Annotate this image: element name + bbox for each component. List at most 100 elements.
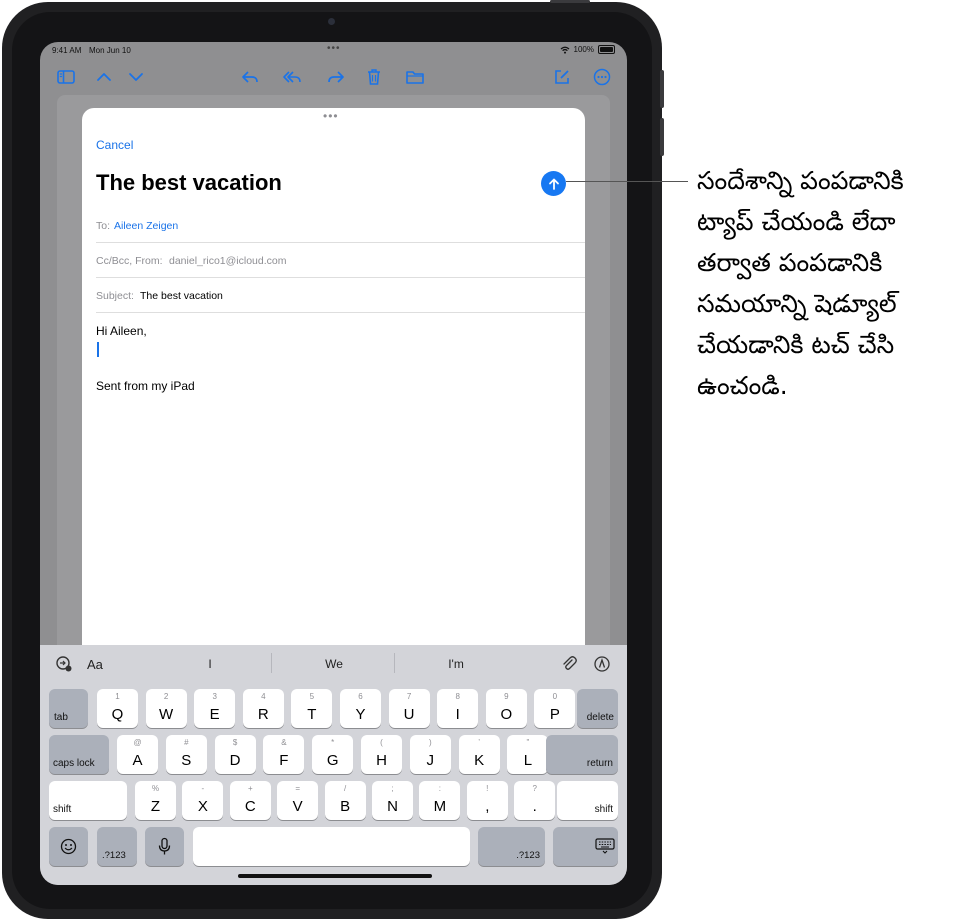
key-row1-0[interactable]: 1Q xyxy=(97,689,138,728)
key-row3-0[interactable]: % Z xyxy=(135,781,176,820)
key-row2-4[interactable]: * G xyxy=(312,735,354,774)
suggestion-1[interactable]: I xyxy=(180,657,240,671)
key-row1-7[interactable]: 8I xyxy=(437,689,479,728)
key-alt-char: 1 xyxy=(115,692,120,701)
key-main-char: . xyxy=(532,798,537,815)
key-main-char: M xyxy=(433,798,447,815)
key-row3-8[interactable]: ?. xyxy=(514,781,556,820)
status-time: 9:41 AM xyxy=(52,46,82,55)
battery-icon xyxy=(598,45,615,54)
reply-all-icon[interactable] xyxy=(280,66,304,88)
key-main-char: S xyxy=(181,752,192,769)
key-row3-6[interactable]: :M xyxy=(419,781,461,820)
key-alt-char: 5 xyxy=(309,692,315,701)
key-main-char: I xyxy=(455,706,460,723)
forward-icon[interactable] xyxy=(324,66,348,88)
key-alt-char: / xyxy=(343,784,347,793)
key-alt-char: @ xyxy=(133,738,142,747)
paperclip-icon[interactable] xyxy=(560,655,578,678)
key-row2-1[interactable]: # S xyxy=(165,735,207,774)
markup-icon[interactable] xyxy=(593,655,611,678)
sheet-grabber-icon[interactable]: ••• xyxy=(323,110,339,122)
key-row2-5[interactable]: (H xyxy=(361,735,402,774)
key-row2-8[interactable]: " L xyxy=(507,735,549,774)
suggestion-3[interactable]: I'm xyxy=(426,657,486,671)
emoji-key[interactable] xyxy=(49,827,88,866)
more-icon[interactable] xyxy=(590,66,614,88)
format-button[interactable]: Aa xyxy=(87,657,103,672)
front-camera xyxy=(328,18,335,25)
key-row3-5[interactable]: ; N xyxy=(372,781,413,820)
suggestion-2[interactable]: We xyxy=(304,657,364,671)
key-alt-char: 3 xyxy=(212,692,217,701)
ipad-frame: 9:41 AM Mon Jun 10 ••• 100% ••• Cancel T… xyxy=(2,2,662,919)
key-row3-1[interactable]: -X xyxy=(182,781,224,820)
cancel-button[interactable]: Cancel xyxy=(96,138,133,152)
body-greeting[interactable]: Hi Aileen, xyxy=(96,324,147,338)
text-cursor xyxy=(97,342,99,357)
delete-key-label: delete xyxy=(586,712,614,723)
key-alt-char: 4 xyxy=(261,692,266,701)
subject-field[interactable]: Subject: The best vacation xyxy=(96,278,585,313)
shift-right-key[interactable]: shift xyxy=(557,781,618,820)
numbers-key-left[interactable]: .?123 xyxy=(97,827,137,866)
send-button[interactable] xyxy=(541,171,566,196)
key-alt-char: " xyxy=(526,738,530,747)
volume-up-button xyxy=(660,70,664,108)
key-main-char: W xyxy=(159,706,174,723)
compose-icon[interactable] xyxy=(550,66,574,88)
key-alt-char: # xyxy=(184,738,189,747)
key-row3-4[interactable]: / B xyxy=(324,781,366,820)
ipad-screen: 9:41 AM Mon Jun 10 ••• 100% ••• Cancel T… xyxy=(40,42,627,885)
key-row1-3[interactable]: 4R xyxy=(242,689,284,728)
key-row3-3[interactable]: = V xyxy=(277,781,319,820)
key-row1-2[interactable]: 3E xyxy=(194,689,236,728)
top-power-button xyxy=(550,0,590,3)
to-field[interactable]: To: Aileen Zeigen xyxy=(96,208,585,243)
key-main-char: Q xyxy=(111,706,124,723)
tab-key[interactable]: tab xyxy=(49,689,88,728)
space-key[interactable] xyxy=(193,827,470,866)
key-row3-2[interactable]: + C xyxy=(229,781,271,820)
shift-left-key[interactable]: shift xyxy=(49,781,127,820)
key-row2-2[interactable]: $ D xyxy=(214,735,256,774)
key-row2-3[interactable]: & F xyxy=(263,735,305,774)
key-row1-8[interactable]: 9O xyxy=(485,689,527,728)
text-effects-icon[interactable] xyxy=(55,655,73,678)
key-row2-0[interactable]: @ A xyxy=(117,735,158,774)
key-alt-char: 8 xyxy=(455,692,460,701)
numbers-key-left-label: .?123 xyxy=(102,850,126,861)
key-row1-4[interactable]: 5T xyxy=(291,689,333,728)
folder-icon[interactable] xyxy=(403,66,427,88)
numbers-key-right[interactable]: .?123 xyxy=(478,827,545,866)
cc-bcc-from-field[interactable]: Cc/Bcc, From: daniel_rico1@icloud.com xyxy=(96,243,585,278)
dictation-key[interactable] xyxy=(145,827,184,866)
body-signature[interactable]: Sent from my iPad xyxy=(96,379,195,393)
key-row2-6[interactable]: ) J xyxy=(409,735,451,774)
from-address[interactable]: daniel_rico1@icloud.com xyxy=(169,255,286,267)
caps-lock-key[interactable]: caps lock xyxy=(49,735,109,774)
chevron-up-icon[interactable] xyxy=(92,66,116,88)
multitasking-dots-icon[interactable]: ••• xyxy=(327,43,341,54)
key-row2-7[interactable]: ’ K xyxy=(458,735,500,774)
key-alt-char: ( xyxy=(380,738,383,747)
return-key-label: return xyxy=(586,758,613,769)
key-main-char: Z xyxy=(150,798,161,815)
key-row3-7[interactable]: !, xyxy=(466,781,508,820)
subject-value[interactable]: The best vacation xyxy=(140,290,223,302)
home-indicator xyxy=(238,874,432,878)
to-recipient[interactable]: Aileen Zeigen xyxy=(114,220,178,232)
key-row1-9[interactable]: 0P xyxy=(534,689,576,728)
key-row1-1[interactable]: 2W xyxy=(145,689,187,728)
hide-keyboard-key[interactable] xyxy=(553,827,618,866)
key-row1-5[interactable]: 6Y xyxy=(340,689,381,728)
trash-icon[interactable] xyxy=(362,66,386,88)
key-main-char: N xyxy=(387,798,398,815)
reply-icon[interactable] xyxy=(238,66,262,88)
key-alt-char: 9 xyxy=(504,692,509,701)
sidebar-icon[interactable] xyxy=(54,66,78,88)
delete-key[interactable]: delete xyxy=(577,689,618,728)
chevron-down-icon[interactable] xyxy=(124,66,148,88)
key-row1-6[interactable]: 7U xyxy=(388,689,430,728)
return-key[interactable]: return xyxy=(546,735,618,774)
